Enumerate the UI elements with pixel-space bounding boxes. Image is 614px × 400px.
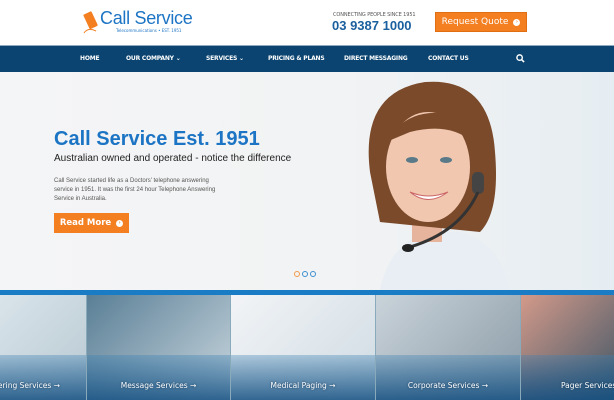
nav-contact[interactable]: CONTACT US — [428, 55, 469, 62]
slider-dots — [294, 271, 316, 277]
hero-subtitle: Australian owned and operated - notice t… — [54, 153, 292, 164]
nav-direct-messaging[interactable]: DIRECT MESSAGING — [344, 55, 408, 62]
slider-dot[interactable] — [302, 271, 308, 277]
tile-label: Medical Paging → — [270, 381, 336, 390]
nav-services[interactable]: SERVICES ⌄ — [206, 55, 244, 62]
hero-body: Call Service started life as a Doctors' … — [54, 178, 216, 202]
phone-number[interactable]: 03 9387 1000 — [332, 18, 412, 33]
slider-dot[interactable] — [294, 271, 300, 277]
service-tiles: Answering Services → Message Services → … — [0, 295, 614, 400]
request-quote-label: Request Quote — [441, 17, 509, 27]
tile-label: Answering Services → — [0, 381, 60, 390]
read-more-button[interactable]: Read More › — [54, 213, 129, 233]
tile-label: Corporate Services → — [407, 381, 489, 390]
tile-answering-services[interactable]: Answering Services → — [0, 295, 87, 400]
hero-operator-image — [368, 81, 510, 290]
nav-label: OUR COMPANY — [126, 55, 174, 62]
nav-label: HOME — [80, 55, 100, 62]
tile-label: Message Services → — [120, 381, 197, 390]
slider-dot[interactable] — [310, 271, 316, 277]
logo-phone-icon — [83, 11, 98, 34]
logo[interactable]: Call Service — [100, 8, 193, 29]
tile-message-services[interactable]: Message Services → — [87, 295, 231, 400]
logo-subtitle: Telecommunications • EST. 1951 — [116, 28, 182, 33]
tile-medical-paging[interactable]: Medical Paging → — [231, 295, 376, 400]
nav-label: SERVICES — [206, 55, 238, 62]
hero-title: Call Service Est. 1951 — [54, 128, 260, 150]
nav-label: PRICING & PLANS — [268, 55, 325, 62]
nav-home[interactable]: HOME — [80, 55, 100, 62]
nav-our-company[interactable]: OUR COMPANY ⌄ — [126, 55, 181, 62]
tile-pager-services[interactable]: Pager Services → — [521, 295, 614, 400]
arrow-circle-icon: › — [513, 18, 521, 26]
chevron-down-icon: ⌄ — [175, 55, 181, 62]
tile-corporate-services[interactable]: Corporate Services → — [376, 295, 521, 400]
request-quote-button[interactable]: Request Quote › — [435, 12, 527, 32]
read-more-label: Read More — [59, 218, 112, 228]
tile-label: Pager Services → — [561, 381, 614, 390]
main-nav: HOME OUR COMPANY ⌄ SERVICES ⌄ PRICING & … — [0, 45, 614, 72]
chevron-down-icon: ⌄ — [239, 55, 244, 62]
arrow-circle-icon: › — [116, 219, 124, 227]
nav-label: DIRECT MESSAGING — [344, 55, 408, 62]
nav-label: CONTACT US — [428, 55, 469, 62]
nav-pricing[interactable]: PRICING & PLANS — [268, 55, 325, 62]
search-icon[interactable] — [516, 54, 525, 63]
